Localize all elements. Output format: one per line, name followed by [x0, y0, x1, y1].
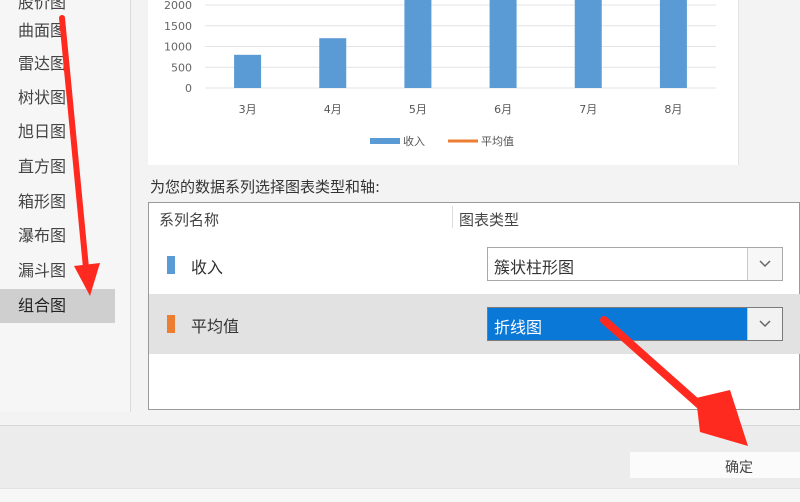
chart-preview: 0 500 1000 1500 2000 3月 4月 5月 6月 7月 8月收入 平均值	[148, 0, 738, 165]
series-name: 平均值	[191, 317, 240, 336]
bar	[404, 0, 432, 88]
series-row-average[interactable]: 平均值 折线图	[149, 294, 800, 354]
y-tick-label: 1500	[164, 20, 192, 33]
y-tick-label: 500	[171, 61, 192, 74]
sidebar-item-funnel[interactable]: 漏斗图	[0, 254, 115, 288]
bar	[489, 0, 517, 88]
y-tick-label: 0	[185, 82, 192, 95]
ok-button-label: 确定	[725, 460, 753, 476]
x-tick-label: 5月	[409, 103, 427, 116]
sidebar-item-boxplot[interactable]: 箱形图	[0, 185, 115, 219]
y-tick-label: 2000	[164, 0, 192, 12]
bar	[574, 0, 602, 88]
legend-swatch	[370, 138, 400, 144]
series-row-income[interactable]: 收入 簇状柱形图	[149, 234, 800, 294]
chart-type-value: 簇状柱形图	[494, 258, 575, 277]
sidebar-item-combo[interactable]: 组合图	[0, 289, 115, 323]
chart-type-value: 折线图	[494, 318, 543, 337]
sidebar-item-waterfall[interactable]: 瀑布图	[0, 219, 115, 253]
legend-label: 平均值	[481, 135, 514, 148]
x-tick-label: 8月	[664, 103, 682, 116]
legend-label: 收入	[403, 134, 425, 148]
ok-button[interactable]: 确定	[630, 452, 800, 478]
x-tick-label: 7月	[579, 103, 597, 116]
sidebar-item-radar[interactable]: 雷达图	[0, 47, 115, 81]
combo-chart: 0 500 1000 1500 2000 3月 4月 5月 6月 7月 8月收入 平均值	[164, 0, 716, 148]
sidebar-divider	[130, 0, 131, 412]
sidebar-item-surface[interactable]: 曲面图	[0, 14, 115, 48]
y-tick-label: 1000	[164, 41, 192, 54]
series-table: 系列名称 图表类型 收入 簇状柱形图 平均值 折线图	[148, 202, 800, 410]
series-color-swatch	[167, 256, 175, 274]
x-tick-label: 4月	[324, 103, 342, 116]
bar	[319, 38, 347, 88]
chart-type-sidebar: 股价图 曲面图 雷达图 树状图 旭日图 直方图 箱形图 瀑布图 漏斗图 组合图	[0, 0, 130, 412]
preview-divider	[738, 0, 739, 165]
sidebar-item-sunburst[interactable]: 旭日图	[0, 115, 115, 149]
series-prompt: 为您的数据系列选择图表类型和轴:	[150, 178, 381, 196]
chart-type-select-income[interactable]: 簇状柱形图	[487, 247, 783, 281]
column-header-series-name: 系列名称	[159, 211, 220, 229]
bar	[234, 54, 262, 88]
column-divider	[452, 206, 453, 228]
sidebar-item-treemap[interactable]: 树状图	[0, 81, 115, 115]
x-tick-label: 6月	[494, 103, 512, 116]
chevron-down-icon[interactable]	[747, 308, 782, 340]
footer-divider	[0, 425, 800, 426]
bar	[659, 0, 687, 88]
series-color-swatch	[167, 315, 175, 333]
column-header-chart-type: 图表类型	[459, 211, 520, 229]
chevron-down-icon[interactable]	[747, 248, 782, 280]
x-tick-label: 3月	[239, 103, 257, 116]
spreadsheet-strip	[0, 488, 800, 502]
chart-type-select-average[interactable]: 折线图	[487, 307, 783, 341]
sidebar-item-histogram[interactable]: 直方图	[0, 150, 115, 184]
series-name: 收入	[191, 258, 224, 277]
